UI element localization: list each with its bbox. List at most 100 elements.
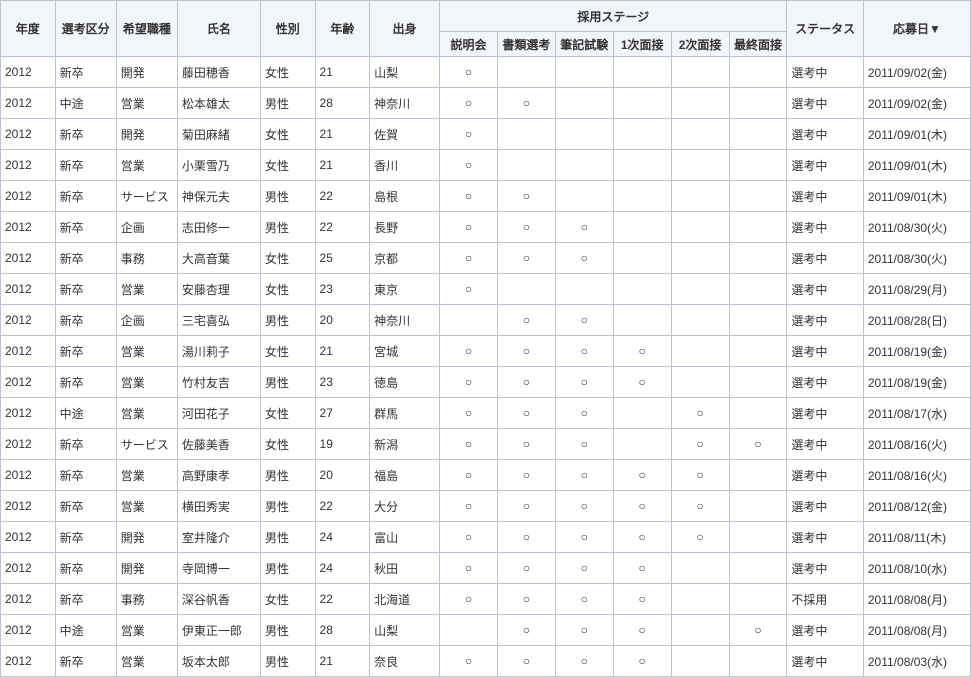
- cell-job: 営業: [116, 88, 177, 119]
- table-row[interactable]: 2012新卒開発藤田穂香女性21山梨○選考中2011/09/02(金): [1, 57, 971, 88]
- cell-stage-2: ○: [555, 460, 613, 491]
- cell-name: 小栗雪乃: [177, 150, 260, 181]
- cell-date: 2011/08/10(水): [863, 553, 970, 584]
- cell-age: 28: [315, 88, 370, 119]
- cell-status: 選考中: [787, 243, 863, 274]
- cell-gender: 男性: [260, 491, 315, 522]
- cell-gender: 女性: [260, 243, 315, 274]
- cell-job: 営業: [116, 367, 177, 398]
- header-stage-1[interactable]: 書類選考: [497, 32, 555, 57]
- header-stage-5[interactable]: 最終面接: [729, 32, 787, 57]
- cell-gender: 男性: [260, 553, 315, 584]
- cell-stage-3: ○: [613, 491, 671, 522]
- cell-type: 中途: [55, 88, 116, 119]
- header-stage-4[interactable]: 2次面接: [671, 32, 729, 57]
- cell-status: 選考中: [787, 429, 863, 460]
- table-row[interactable]: 2012新卒営業湯川莉子女性21宮城○○○○選考中2011/08/19(金): [1, 336, 971, 367]
- cell-stage-5: [729, 212, 787, 243]
- cell-stage-5: [729, 305, 787, 336]
- cell-stage-3: [613, 88, 671, 119]
- cell-stage-5: [729, 491, 787, 522]
- header-date[interactable]: 応募日▼: [863, 1, 970, 57]
- cell-stage-2: [555, 181, 613, 212]
- table-row[interactable]: 2012新卒営業高野康孝男性20福島○○○○○選考中2011/08/16(火): [1, 460, 971, 491]
- cell-type: 中途: [55, 398, 116, 429]
- header-gender[interactable]: 性別: [260, 1, 315, 57]
- cell-stage-1: ○: [497, 181, 555, 212]
- header-stage-3[interactable]: 1次面接: [613, 32, 671, 57]
- cell-stage-4: ○: [671, 460, 729, 491]
- table-row[interactable]: 2012新卒企画三宅喜弘男性20神奈川○○選考中2011/08/28(日): [1, 305, 971, 336]
- cell-status: 選考中: [787, 212, 863, 243]
- table-row[interactable]: 2012新卒営業坂本太郎男性21奈良○○○○選考中2011/08/03(水): [1, 646, 971, 677]
- cell-age: 28: [315, 615, 370, 646]
- header-origin[interactable]: 出身: [370, 1, 440, 57]
- cell-stage-1: ○: [497, 243, 555, 274]
- cell-name: 松本雄太: [177, 88, 260, 119]
- cell-name: 坂本太郎: [177, 646, 260, 677]
- table-row[interactable]: 2012新卒サービス神保元夫男性22島根○○選考中2011/09/01(木): [1, 181, 971, 212]
- header-name[interactable]: 氏名: [177, 1, 260, 57]
- table-row[interactable]: 2012新卒事務大高音葉女性25京都○○○選考中2011/08/30(火): [1, 243, 971, 274]
- cell-type: 新卒: [55, 181, 116, 212]
- cell-stage-4: [671, 181, 729, 212]
- cell-status: 選考中: [787, 150, 863, 181]
- cell-stage-3: [613, 57, 671, 88]
- cell-origin: 富山: [370, 522, 440, 553]
- header-job[interactable]: 希望職種: [116, 1, 177, 57]
- cell-origin: 山梨: [370, 615, 440, 646]
- header-stage-0[interactable]: 説明会: [440, 32, 498, 57]
- cell-type: 新卒: [55, 243, 116, 274]
- cell-stage-4: [671, 119, 729, 150]
- cell-date: 2011/08/11(木): [863, 522, 970, 553]
- cell-stage-0: ○: [440, 367, 498, 398]
- cell-stage-5: [729, 522, 787, 553]
- cell-stage-4: [671, 88, 729, 119]
- cell-stage-3: ○: [613, 553, 671, 584]
- cell-status: 不採用: [787, 584, 863, 615]
- header-type[interactable]: 選考区分: [55, 1, 116, 57]
- cell-stage-2: ○: [555, 615, 613, 646]
- header-stage-2[interactable]: 筆記試験: [555, 32, 613, 57]
- cell-stage-3: [613, 429, 671, 460]
- cell-stage-1: [497, 274, 555, 305]
- table-row[interactable]: 2012新卒サービス佐藤美香女性19新潟○○○○○選考中2011/08/16(火…: [1, 429, 971, 460]
- cell-age: 23: [315, 274, 370, 305]
- table-row[interactable]: 2012新卒開発寺岡博一男性24秋田○○○○選考中2011/08/10(水): [1, 553, 971, 584]
- cell-stage-2: ○: [555, 429, 613, 460]
- header-year[interactable]: 年度: [1, 1, 56, 57]
- table-row[interactable]: 2012中途営業伊東正一郎男性28山梨○○○○選考中2011/08/08(月): [1, 615, 971, 646]
- cell-origin: 奈良: [370, 646, 440, 677]
- header-status[interactable]: ステータス: [787, 1, 863, 57]
- cell-type: 新卒: [55, 491, 116, 522]
- table-row[interactable]: 2012中途営業松本雄太男性28神奈川○○選考中2011/09/02(金): [1, 88, 971, 119]
- cell-stage-0: ○: [440, 88, 498, 119]
- cell-gender: 男性: [260, 646, 315, 677]
- cell-year: 2012: [1, 522, 56, 553]
- cell-stage-5: [729, 119, 787, 150]
- cell-status: 選考中: [787, 88, 863, 119]
- cell-date: 2011/09/02(金): [863, 57, 970, 88]
- cell-year: 2012: [1, 429, 56, 460]
- table-row[interactable]: 2012中途営業河田花子女性27群馬○○○○選考中2011/08/17(水): [1, 398, 971, 429]
- table-row[interactable]: 2012新卒開発菊田麻緒女性21佐賀○選考中2011/09/01(木): [1, 119, 971, 150]
- cell-year: 2012: [1, 119, 56, 150]
- cell-job: 営業: [116, 615, 177, 646]
- cell-stage-0: ○: [440, 150, 498, 181]
- header-age[interactable]: 年齢: [315, 1, 370, 57]
- table-row[interactable]: 2012新卒営業小栗雪乃女性21香川○選考中2011/09/01(木): [1, 150, 971, 181]
- cell-gender: 男性: [260, 181, 315, 212]
- cell-stage-1: ○: [497, 553, 555, 584]
- table-row[interactable]: 2012新卒企画志田修一男性22長野○○○選考中2011/08/30(火): [1, 212, 971, 243]
- cell-origin: 宮城: [370, 336, 440, 367]
- cell-stage-1: ○: [497, 305, 555, 336]
- table-row[interactable]: 2012新卒営業横田秀実男性22大分○○○○○選考中2011/08/12(金): [1, 491, 971, 522]
- table-row[interactable]: 2012新卒事務深谷帆香女性22北海道○○○○不採用2011/08/08(月): [1, 584, 971, 615]
- table-row[interactable]: 2012新卒開発室井隆介男性24富山○○○○○選考中2011/08/11(木): [1, 522, 971, 553]
- cell-stage-0: ○: [440, 119, 498, 150]
- cell-gender: 男性: [260, 305, 315, 336]
- cell-stage-1: ○: [497, 460, 555, 491]
- table-row[interactable]: 2012新卒営業竹村友吉男性23徳島○○○○選考中2011/08/19(金): [1, 367, 971, 398]
- table-row[interactable]: 2012新卒営業安藤杏理女性23東京○選考中2011/08/29(月): [1, 274, 971, 305]
- cell-stage-5: [729, 181, 787, 212]
